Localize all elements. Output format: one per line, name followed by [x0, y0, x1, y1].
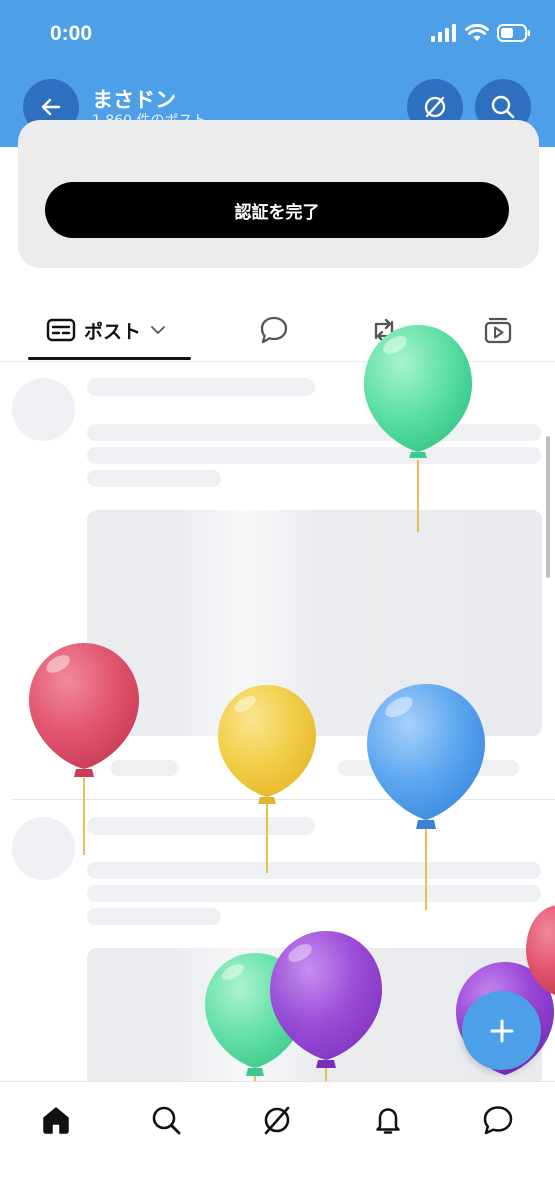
active-tab-indicator — [28, 357, 191, 360]
nav-search[interactable] — [146, 1100, 186, 1140]
status-time: 0:00 — [50, 22, 93, 45]
scrollbar[interactable] — [546, 436, 550, 578]
nav-messages[interactable] — [478, 1100, 518, 1140]
post-divider — [12, 799, 555, 800]
tab-replies[interactable] — [258, 300, 290, 360]
skeleton-line — [87, 817, 315, 835]
tab-posts-label: ポスト — [84, 320, 142, 343]
skeleton-line — [338, 760, 519, 776]
reply-icon — [260, 316, 288, 344]
avatar-placeholder — [12, 378, 75, 441]
skeleton-line — [87, 470, 221, 487]
signal-icon — [431, 24, 456, 42]
bottom-navigation — [0, 1081, 555, 1200]
media-icon — [484, 317, 512, 344]
discover-icon — [264, 1106, 290, 1135]
wifi-icon — [465, 24, 489, 41]
skeleton-line — [110, 760, 179, 776]
tab-media[interactable] — [482, 300, 514, 360]
chevron-down-icon — [151, 326, 165, 334]
plus-icon — [490, 1019, 513, 1042]
skeleton-line — [87, 908, 221, 925]
tab-posts[interactable]: ポスト — [46, 300, 167, 360]
status-icons — [431, 24, 531, 42]
nav-home[interactable] — [36, 1100, 76, 1140]
complete-verification-button[interactable]: 認証を完了 — [45, 182, 509, 238]
tab-reposts[interactable] — [368, 300, 400, 360]
compose-button[interactable] — [462, 991, 541, 1070]
posts-icon — [46, 318, 76, 342]
repost-icon — [374, 318, 394, 342]
battery-icon — [497, 24, 530, 42]
search-icon — [152, 1106, 181, 1135]
skeleton-line — [87, 862, 541, 879]
chat-icon — [483, 1106, 513, 1135]
skeleton-line — [87, 447, 541, 464]
skeleton-line — [87, 378, 315, 396]
media-placeholder — [87, 510, 542, 736]
back-arrow-icon — [41, 98, 61, 116]
bell-icon — [376, 1108, 400, 1134]
search-icon — [491, 95, 515, 119]
profile-tabs: ポスト — [0, 300, 555, 362]
home-icon — [43, 1107, 69, 1134]
avatar-placeholder — [12, 817, 75, 880]
nav-discover[interactable] — [257, 1100, 297, 1140]
skeleton-line — [87, 424, 541, 441]
nav-notifications[interactable] — [368, 1100, 408, 1140]
skeleton-line — [87, 885, 541, 902]
discover-icon — [424, 96, 446, 118]
